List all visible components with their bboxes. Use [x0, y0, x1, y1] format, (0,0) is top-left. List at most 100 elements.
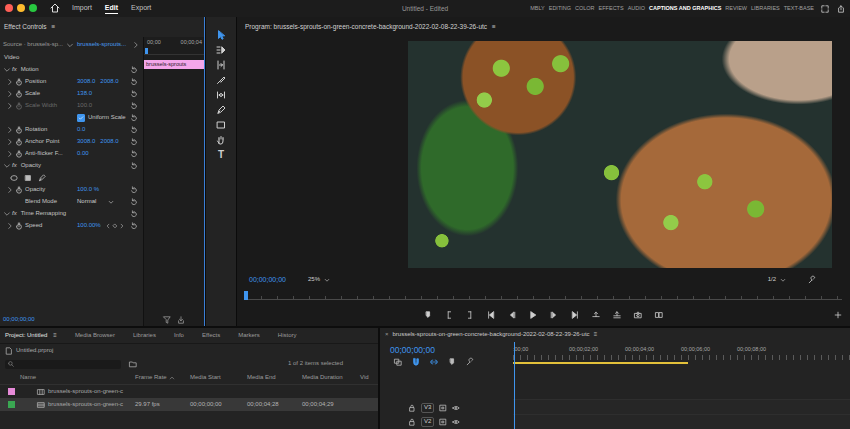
chevron-down-icon[interactable] [66, 41, 74, 49]
twirl-icon[interactable] [132, 41, 140, 49]
wrench-icon[interactable] [466, 358, 474, 366]
sync-icon[interactable] [439, 404, 447, 412]
resolution-dropdown[interactable]: 1/2 [768, 276, 786, 283]
uniform-scale-checkbox[interactable] [77, 114, 85, 122]
sequence-title[interactable]: brussels-sprouts-on-green-concrete-backg… [393, 331, 590, 338]
play-icon[interactable] [529, 311, 537, 319]
stopwatch-icon[interactable] [15, 150, 23, 158]
home-icon[interactable] [50, 3, 60, 13]
label-swatch[interactable] [8, 388, 15, 395]
selection-icon[interactable] [216, 30, 226, 40]
marker-icon[interactable] [448, 358, 456, 366]
twirl-icon[interactable] [6, 102, 14, 110]
param-value[interactable]: 3008.0 [77, 138, 95, 145]
twirl-icon[interactable] [6, 78, 14, 86]
step-fwd-icon[interactable] [550, 311, 558, 319]
param-value[interactable]: 100.00% [77, 222, 101, 229]
reset-icon[interactable] [130, 102, 138, 110]
param-value[interactable]: 100.0 [77, 102, 92, 109]
stopwatch-icon[interactable] [15, 138, 23, 146]
go-in-icon[interactable] [487, 311, 495, 319]
panel-tab[interactable]: Effects [202, 332, 220, 339]
slip-tool[interactable] [214, 89, 228, 101]
close-sequence[interactable]: × [385, 331, 389, 338]
clip-bar[interactable]: brussels-sprouts [144, 60, 204, 69]
twirl-icon[interactable] [6, 126, 14, 134]
panel-tab[interactable]: History [278, 332, 297, 339]
wrench-icon[interactable] [808, 276, 816, 284]
nest-icon[interactable] [394, 358, 402, 366]
eye-icon[interactable] [452, 404, 460, 412]
twirl-icon[interactable] [6, 150, 14, 158]
stopwatch-icon[interactable] [15, 90, 23, 98]
camera-icon[interactable] [634, 311, 642, 319]
sync-icon[interactable] [439, 418, 447, 426]
ellipse-icon[interactable] [10, 174, 18, 182]
film-icon[interactable] [37, 401, 45, 409]
param-value[interactable]: 3008.0 [77, 78, 95, 85]
video-frame[interactable] [408, 41, 832, 268]
panel-title[interactable]: Effect Controls [4, 23, 47, 31]
fx-badge[interactable]: fx [12, 66, 17, 73]
keyframe-icon[interactable] [112, 223, 118, 229]
column-header[interactable]: Name [18, 374, 130, 381]
program-timecode[interactable]: 00;00;00;00 [249, 276, 286, 284]
workspace-tab[interactable]: CAPTIONS AND GRAPHICS [649, 5, 721, 12]
reset-icon[interactable] [130, 66, 138, 74]
panel-title[interactable]: Program: brussels-sprouts-on-green-concr… [245, 23, 487, 31]
eye-icon[interactable] [452, 418, 460, 426]
stopwatch-icon[interactable] [15, 222, 23, 230]
pen-tool[interactable] [214, 104, 228, 116]
column-header[interactable]: Media End [242, 374, 297, 381]
reset-icon[interactable] [130, 114, 138, 122]
zoom-button[interactable] [29, 4, 37, 12]
type-tool[interactable]: T [214, 149, 228, 161]
compare-icon[interactable] [655, 311, 663, 319]
filter-icon[interactable] [163, 316, 171, 324]
workspace-tab[interactable]: TEXT-BASE [784, 5, 814, 12]
snap-icon[interactable] [412, 358, 420, 366]
panel-tab[interactable]: Info [174, 332, 184, 339]
hand-tool[interactable] [214, 134, 228, 146]
column-header[interactable]: Frame Rate [130, 374, 185, 381]
lock-icon[interactable] [408, 418, 416, 426]
twirl-icon[interactable] [6, 90, 14, 98]
fx-badge[interactable]: fx [12, 162, 17, 169]
reset-icon[interactable] [130, 150, 138, 158]
chevron-down-icon[interactable] [108, 199, 114, 205]
track-label[interactable]: V3 [421, 403, 434, 412]
param-value[interactable]: 2008.0 [100, 138, 118, 145]
param-value[interactable]: 100.0 % [77, 186, 99, 193]
track-select-icon[interactable] [216, 45, 226, 55]
check-icon[interactable] [78, 115, 84, 121]
effect-controls-timecode[interactable]: 00;00;00;00 [0, 314, 143, 326]
button-editor[interactable] [834, 311, 842, 319]
panel-menu[interactable]: ≡ [52, 23, 56, 31]
stopwatch-icon[interactable] [15, 126, 23, 134]
pen-icon[interactable] [216, 105, 226, 115]
timeline-timecode[interactable]: 00;00;00;00 [390, 345, 513, 355]
rect-icon[interactable] [24, 174, 32, 182]
mark-out-icon[interactable] [466, 311, 474, 319]
track-lane[interactable] [513, 399, 850, 414]
search-icon[interactable] [8, 361, 14, 367]
reset-icon[interactable] [130, 138, 138, 146]
reset-icon[interactable] [130, 78, 138, 86]
twirl-icon[interactable] [3, 210, 11, 218]
reset-icon[interactable] [130, 126, 138, 134]
param-value[interactable]: 0.0 [77, 126, 85, 133]
track-select-tool[interactable] [214, 44, 228, 56]
mark-in-icon[interactable] [445, 311, 453, 319]
linked-icon[interactable] [430, 358, 438, 366]
table-row[interactable]: brussels-sprouts-on-green-c29.97 fps00;0… [0, 398, 378, 411]
column-header[interactable]: Media Duration [297, 374, 355, 381]
panel-menu[interactable]: ≡ [594, 331, 598, 338]
workspace-tab[interactable]: COLOR [575, 5, 595, 12]
marker-icon[interactable] [424, 311, 432, 319]
reset-icon[interactable] [130, 222, 138, 230]
column-header[interactable]: Media Start [185, 374, 242, 381]
mode-tab[interactable]: Export [131, 3, 151, 14]
scrubber[interactable] [237, 287, 850, 304]
home-button[interactable] [50, 3, 60, 13]
column-header[interactable]: Vid [355, 374, 378, 381]
